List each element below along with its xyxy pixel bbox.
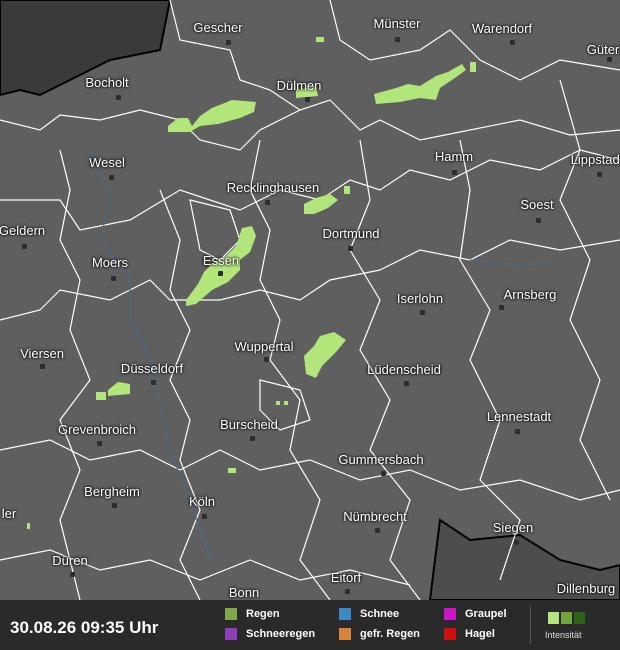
city-marker xyxy=(202,514,207,519)
snow-swatch xyxy=(339,608,351,620)
city-marker xyxy=(111,276,116,281)
intensity-swatch-mid xyxy=(561,612,572,624)
city-label-dueren: Düren xyxy=(52,553,88,568)
hail-swatch xyxy=(444,628,456,640)
city-marker xyxy=(381,471,386,476)
city-marker xyxy=(97,441,102,446)
city-marker xyxy=(22,244,27,249)
city-label-duesseldorf: Düsseldorf xyxy=(120,361,184,376)
city-label-duelmen: Dülmen xyxy=(276,78,322,93)
city-label-wuppertal: Wuppertal xyxy=(234,339,294,354)
city-label-soest: Soest xyxy=(520,197,554,212)
legend-label: Schnee xyxy=(360,608,400,620)
legend-label: gefr. Regen xyxy=(360,628,420,640)
city-marker xyxy=(40,364,45,369)
city-label-lennestadt: Lennestadt xyxy=(486,409,552,424)
city-label-recklinghausen: Recklinghausen xyxy=(226,180,320,195)
city-label-guetersloh: Güter xyxy=(586,42,620,57)
city-label-koeln: Köln xyxy=(188,494,216,509)
city-marker xyxy=(151,380,156,385)
city-label-wesel: Wesel xyxy=(89,155,125,170)
sleet-swatch xyxy=(225,628,237,640)
city-marker xyxy=(348,246,353,251)
city-label-bocholt: Bocholt xyxy=(85,75,129,90)
legend-label: Hagel xyxy=(465,628,495,640)
city-marker xyxy=(404,381,409,386)
city-label-gummersbach: Gummersbach xyxy=(338,452,424,467)
city-label-viersen: Viersen xyxy=(20,346,64,361)
city-label-essen: Essen xyxy=(202,253,240,268)
city-marker xyxy=(218,271,223,276)
city-label-iserlohn: Iserlohn xyxy=(396,291,444,306)
city-marker xyxy=(452,170,457,175)
city-label-gescher: Gescher xyxy=(193,20,243,35)
legend-bar: 30.08.26 09:35 Uhr Regen Schneeregen Sch… xyxy=(0,600,620,650)
city-label-moers: Moers xyxy=(91,255,129,270)
city-marker xyxy=(536,218,541,223)
city-label-lippstadt: Lippstadt xyxy=(570,152,620,167)
timestamp: 30.08.26 09:35 Uhr xyxy=(10,618,159,637)
city-label-geldern: Geldern xyxy=(0,223,46,238)
city-label-bergheim: Bergheim xyxy=(84,484,140,499)
city-label-bonn: Bonn xyxy=(228,585,260,600)
city-marker xyxy=(499,305,504,310)
city-marker xyxy=(109,175,114,180)
city-label-muenster: Münster xyxy=(373,16,421,31)
city-marker xyxy=(70,572,75,577)
city-label-dillenburg: Dillenburg xyxy=(556,581,616,596)
intensity-label: Intensität xyxy=(545,630,582,640)
city-marker xyxy=(265,200,270,205)
intensity-swatch-low xyxy=(548,612,559,624)
city-marker xyxy=(607,57,612,62)
rain-swatch xyxy=(225,608,237,620)
city-marker xyxy=(264,357,269,362)
freezing-rain-swatch xyxy=(339,628,351,640)
legend-label: Regen xyxy=(246,608,280,620)
legend-label: Graupel xyxy=(465,608,507,620)
graupel-swatch xyxy=(444,608,456,620)
city-label-nuembrecht: Nümbrecht xyxy=(343,509,407,524)
radar-map-view: Gescher Münster Warendorf Güter Bocholt … xyxy=(0,0,620,650)
city-marker xyxy=(305,97,310,102)
city-label-burscheid: Burscheid xyxy=(220,417,278,432)
city-marker xyxy=(345,589,350,594)
city-label-warendorf: Warendorf xyxy=(471,21,533,36)
city-label-arnsberg: Arnsberg xyxy=(503,287,557,302)
city-marker xyxy=(116,95,121,100)
intensity-swatch-high xyxy=(574,612,585,624)
city-label-partial: ler xyxy=(1,506,17,521)
city-marker xyxy=(515,429,520,434)
city-label-siegen: Siegen xyxy=(492,520,534,535)
city-marker xyxy=(395,37,400,42)
legend-divider xyxy=(530,606,531,644)
city-marker xyxy=(112,503,117,508)
city-label-eitorf: Eitorf xyxy=(330,570,362,585)
city-marker xyxy=(420,310,425,315)
city-marker xyxy=(226,40,231,45)
city-marker xyxy=(510,40,515,45)
city-label-luedenscheid: Lüdenscheid xyxy=(367,362,441,377)
city-label-grevenbroich: Grevenbroich xyxy=(57,422,137,437)
city-label-hamm: Hamm xyxy=(434,149,474,164)
city-marker xyxy=(597,172,602,177)
city-label-dortmund: Dortmund xyxy=(322,226,380,241)
legend-label: Schneeregen xyxy=(246,628,316,640)
city-marker xyxy=(514,540,519,545)
city-marker xyxy=(375,528,380,533)
city-marker xyxy=(250,436,255,441)
